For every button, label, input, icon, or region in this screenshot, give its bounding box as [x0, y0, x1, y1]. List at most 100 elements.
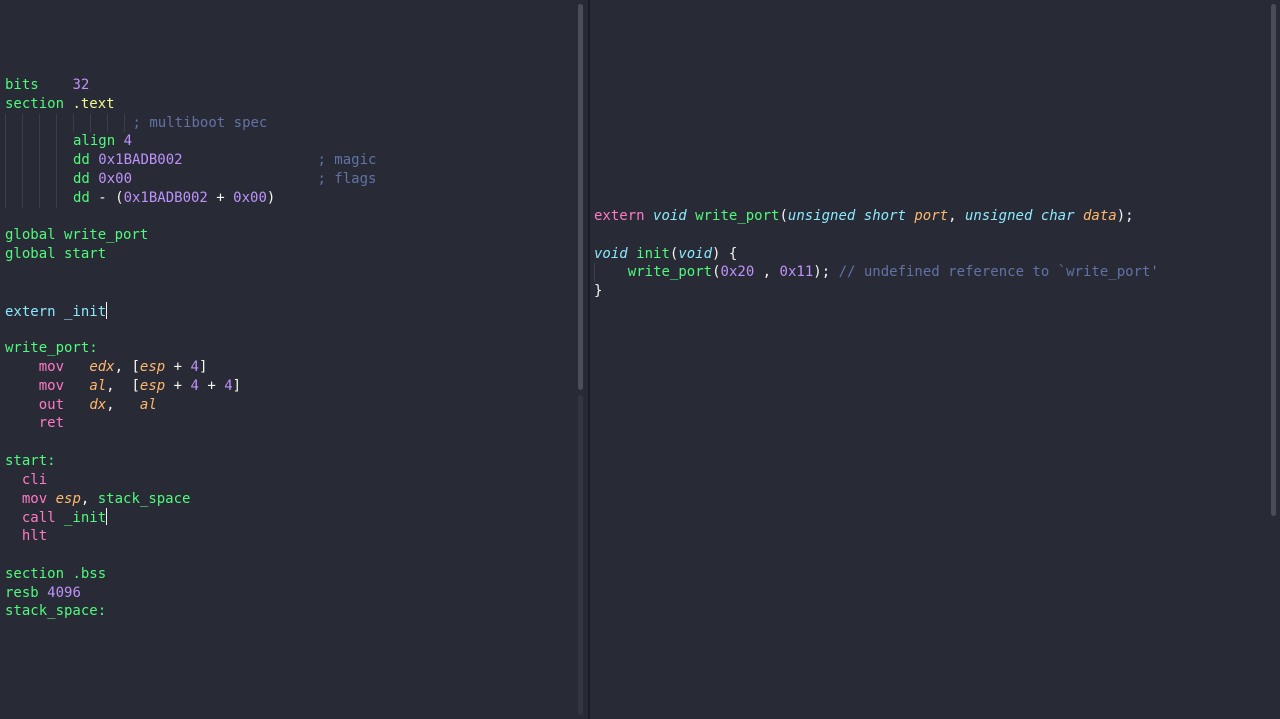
indent-guide	[31, 189, 40, 208]
code-line[interactable]: dd 0x1BADB002 ; magic	[5, 151, 376, 170]
indent-guide	[31, 132, 40, 151]
code-token: out	[38, 396, 65, 413]
code-token: start:	[5, 452, 56, 469]
code-line[interactable]: extern _init	[5, 301, 376, 321]
indent-guide	[65, 189, 74, 208]
code-token: - (	[89, 189, 124, 206]
code-token: char	[1040, 208, 1075, 224]
c-scrollbar[interactable]	[1270, 0, 1278, 719]
code-line[interactable]: write_port:	[5, 339, 376, 358]
code-line[interactable]: mov esp, stack_space	[5, 490, 376, 509]
code-line[interactable]: stack_space:	[5, 602, 376, 621]
code-token: ,	[106, 396, 140, 413]
indent-guide	[39, 132, 48, 152]
code-token: write_port	[695, 208, 780, 224]
code-token: edx	[89, 358, 115, 375]
indent-guide	[48, 114, 57, 133]
indent-guide	[48, 151, 57, 170]
indent-guide	[48, 132, 57, 151]
indent-guide	[5, 169, 14, 189]
code-line[interactable]: call _init	[5, 508, 376, 527]
code-line[interactable]	[594, 226, 1159, 245]
code-line[interactable]	[5, 433, 376, 452]
c-code-area[interactable]: extern void write_port(unsigned short po…	[594, 207, 1159, 301]
code-line[interactable]: cli	[5, 471, 376, 490]
code-token: (	[779, 208, 788, 224]
code-line[interactable]: }	[594, 282, 1159, 301]
code-token: section	[5, 95, 65, 112]
code-line[interactable]: dd 0x00 ; flags	[5, 169, 376, 189]
indent-guide	[22, 132, 31, 152]
code-token: , [	[114, 358, 140, 375]
code-line[interactable]: section .bss	[5, 565, 376, 584]
code-line[interactable]: extern void write_port(unsigned short po…	[594, 207, 1159, 226]
code-line[interactable]: global write_port	[5, 226, 376, 245]
code-line[interactable]: global start	[5, 245, 376, 264]
code-line[interactable]: resb 4096	[5, 584, 376, 603]
code-line[interactable]	[5, 283, 376, 302]
c-editor-pane[interactable]: extern void write_port(unsigned short po…	[590, 0, 1270, 719]
code-line[interactable]	[5, 208, 376, 227]
code-token: 0x00	[98, 170, 133, 187]
code-token: 0x1BADB002	[98, 152, 183, 169]
indent-guide	[56, 151, 65, 170]
code-token: , [	[106, 377, 140, 394]
code-line[interactable]: mov edx, [esp + 4]	[5, 358, 376, 377]
asm-scrollbar-thumb[interactable]	[578, 4, 583, 390]
asm-code-area[interactable]: bits 32 section .text; multiboot spec alig…	[5, 76, 376, 621]
code-line[interactable]: ret	[5, 414, 376, 433]
indent-guide	[22, 151, 31, 170]
text-cursor	[106, 508, 108, 526]
c-scrollbar-thumb[interactable]	[1271, 4, 1276, 516]
indent-guide	[5, 132, 14, 152]
code-line[interactable]	[5, 320, 376, 339]
indent-guide	[5, 113, 14, 133]
code-line[interactable]: out dx, al	[5, 396, 376, 415]
code-line[interactable]: ; multiboot spec	[5, 113, 376, 133]
code-line[interactable]: mov al, [esp + 4 + 4]	[5, 377, 376, 396]
indent-guide	[65, 114, 74, 133]
code-line[interactable]: dd - (0x1BADB002 + 0x00)	[5, 188, 376, 208]
code-line[interactable]: hlt	[5, 527, 376, 546]
code-token: 0x20	[720, 264, 755, 281]
indent-guide	[99, 114, 108, 133]
indent-guide	[14, 170, 23, 189]
code-token: +	[165, 358, 191, 375]
code-token: // undefined reference to `write_port'	[838, 264, 1159, 281]
code-token: ) {	[712, 245, 738, 262]
code-line[interactable]	[5, 264, 376, 283]
code-token: ]	[232, 377, 242, 394]
code-token: );	[1116, 208, 1134, 224]
code-line[interactable]: align 4	[5, 132, 376, 152]
code-line[interactable]	[5, 546, 376, 565]
asm-editor-pane[interactable]: bits 32 section .text; multiboot spec alig…	[0, 0, 578, 719]
code-line[interactable]: start:	[5, 452, 376, 471]
code-token: al	[139, 396, 157, 413]
indent-guide	[14, 132, 23, 151]
code-line[interactable]: write_port(0x20 , 0x11); // undefined re…	[594, 263, 1159, 283]
indent-guide	[31, 114, 40, 133]
asm-scrollbar[interactable]	[577, 0, 585, 719]
indent-guide	[124, 113, 133, 133]
code-line[interactable]: section .text	[5, 95, 376, 114]
indent-guide	[56, 113, 65, 133]
code-line[interactable]: void init(void) {	[594, 245, 1159, 264]
indent-guide	[56, 169, 65, 189]
code-token: +	[198, 377, 225, 394]
indent-guide	[31, 151, 40, 170]
code-token: write_port	[627, 264, 713, 281]
code-line[interactable]: bits 32	[5, 76, 376, 95]
code-token: port	[914, 208, 949, 224]
